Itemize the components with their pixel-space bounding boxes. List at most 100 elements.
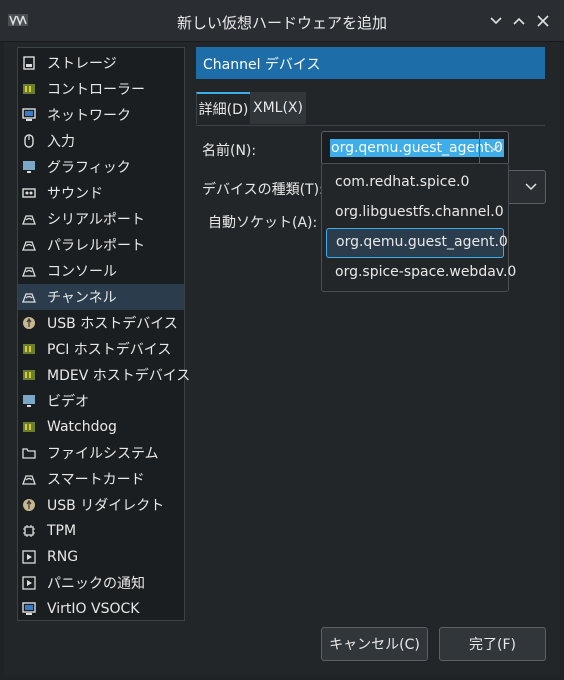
serial-port-icon (22, 212, 36, 226)
name-input[interactable]: org.qemu.guest_agent.0 (330, 139, 504, 157)
sidebar-item-label: ビデオ (47, 394, 89, 410)
window-title: 新しい仮想ハードウェアを追加 (176, 14, 387, 32)
mdev-icon (22, 368, 36, 382)
device-type-label: デバイスの種類(T): (202, 182, 324, 198)
name-dropdown-list: com.redhat.spice.0 org.libguestfs.channe… (321, 163, 516, 292)
sidebar-item-rng[interactable]: RNG (18, 544, 184, 570)
sidebar-item-mdev-host[interactable]: MDEV ホストデバイス (18, 362, 190, 388)
sidebar-item-channel[interactable]: チャンネル (18, 284, 184, 310)
sidebar-item-label: 入力 (47, 134, 75, 150)
sidebar-item-usb-redirect[interactable]: USB リダイレクト (18, 492, 184, 518)
dropdown-option-selected[interactable]: org.qemu.guest_agent.0 (326, 228, 508, 258)
sound-icon (22, 186, 36, 200)
sidebar-item-storage[interactable]: ストレージ (18, 50, 184, 76)
name-label: 名前(N): (202, 143, 257, 159)
chevron-up-icon (513, 17, 525, 25)
network-icon (22, 108, 36, 122)
chevron-down-icon (517, 171, 545, 203)
dropdown-option-label: org.spice-space.webdav.0 (335, 264, 517, 280)
sidebar-item-input[interactable]: 入力 (18, 128, 184, 154)
name-combo-toggle[interactable] (479, 132, 508, 164)
watchdog-icon (22, 420, 36, 434)
display-icon (22, 160, 36, 174)
channel-icon (22, 290, 36, 304)
title-bar: 新しい仮想ハードウェアを追加 (0, 0, 564, 42)
dropdown-option-label: com.redhat.spice.0 (335, 174, 470, 190)
sidebar-item-label: サウンド (47, 186, 103, 202)
sidebar-item-tpm[interactable]: TPM (18, 518, 184, 544)
sidebar-item-smartcard[interactable]: スマートカード (18, 466, 184, 492)
sidebar-item-watchdog[interactable]: Watchdog (18, 414, 184, 440)
sidebar-item-label: TPM (47, 523, 77, 539)
sidebar-item-label: チャンネル (47, 290, 117, 306)
usb-icon (22, 316, 36, 330)
sidebar-item-label: コントローラー (47, 82, 145, 98)
close-icon (537, 15, 549, 27)
sidebar-item-label: スマートカード (47, 472, 145, 488)
sidebar-item-serial-port[interactable]: シリアルポート (18, 206, 184, 232)
dropdown-option[interactable]: org.spice-space.webdav.0 (326, 259, 516, 287)
sidebar-item-graphics[interactable]: グラフィック (18, 154, 184, 180)
sidebar-item-label: USB リダイレクト (47, 498, 165, 514)
sidebar-item-video[interactable]: ビデオ (18, 388, 184, 414)
sidebar-item-vsock[interactable]: VirtIO VSOCK (18, 596, 184, 622)
page-title-bar: Channel デバイス (196, 47, 545, 79)
chevron-down-icon (490, 17, 502, 25)
sidebar-item-label: MDEV ホストデバイス (47, 368, 191, 384)
sidebar-item-pci-host[interactable]: PCI ホストデバイス (18, 336, 184, 362)
sidebar-item-label: ネットワーク (47, 108, 131, 124)
sidebar-item-network[interactable]: ネットワーク (18, 102, 184, 128)
console-icon (22, 264, 36, 278)
page-title: Channel デバイス (203, 57, 321, 73)
rng-icon (22, 550, 36, 564)
dropdown-option[interactable]: org.libguestfs.channel.0 (326, 199, 504, 227)
sidebar-item-label: パラレルポート (47, 238, 145, 254)
usb-redirect-icon (22, 498, 36, 512)
chevron-down-icon (488, 144, 500, 152)
folder-icon (22, 446, 36, 460)
smartcard-icon (22, 472, 36, 486)
vsock-icon (22, 602, 36, 616)
sidebar-item-parallel-port[interactable]: パラレルポート (18, 232, 184, 258)
sidebar-item-label: VirtIO VSOCK (47, 601, 140, 617)
sidebar-item-sound[interactable]: サウンド (18, 180, 184, 206)
sidebar-item-label: ファイルシステム (47, 446, 159, 462)
sidebar-item-usb-host[interactable]: USB ホストデバイス (18, 310, 184, 336)
name-combo[interactable]: org.qemu.guest_agent.0 (321, 131, 509, 165)
close-button[interactable] (534, 12, 552, 30)
minimize-button[interactable] (487, 12, 505, 30)
sidebar-item-label: RNG (47, 549, 79, 565)
parallel-port-icon (22, 238, 36, 252)
maximize-button[interactable] (510, 12, 528, 30)
sidebar-item-label: シリアルポート (47, 212, 145, 228)
disk-icon (22, 56, 36, 70)
sidebar-item-label: ストレージ (47, 56, 117, 72)
tab-bar: 詳細(D) XML(X) (196, 92, 545, 126)
dropdown-option-label: org.qemu.guest_agent.0 (336, 234, 508, 250)
sidebar-item-label: パニックの通知 (47, 576, 145, 592)
sidebar-item-label: グラフィック (47, 160, 131, 176)
sidebar-item-label: コンソール (47, 264, 117, 280)
hardware-type-list[interactable]: ストレージ コントローラー ネットワーク 入力 グラフィック サウンド シリアル… (17, 47, 190, 622)
dropdown-option[interactable]: com.redhat.spice.0 (326, 169, 502, 197)
dropdown-option-label: org.libguestfs.channel.0 (335, 204, 504, 220)
cancel-button[interactable]: キャンセル(C) (321, 627, 428, 661)
sidebar-item-panic[interactable]: パニックの通知 (18, 570, 184, 596)
auto-socket-label: 自動ソケット(A): (208, 215, 318, 231)
sidebar-item-label: PCI ホストデバイス (47, 342, 172, 358)
panic-icon (22, 576, 36, 590)
tab-xml[interactable]: XML(X) (250, 92, 306, 124)
controller-icon (22, 82, 36, 96)
video-icon (22, 394, 36, 408)
finish-button[interactable]: 完了(F) (439, 627, 546, 661)
sidebar-item-console[interactable]: コンソール (18, 258, 184, 284)
tpm-icon (22, 524, 36, 538)
pci-icon (22, 342, 36, 356)
tab-details[interactable]: 詳細(D) (196, 92, 251, 124)
sidebar-item-filesystem[interactable]: ファイルシステム (18, 440, 184, 466)
sidebar-item-label: USB ホストデバイス (47, 316, 178, 332)
device-type-combo[interactable] (505, 170, 546, 204)
sidebar-item-controller[interactable]: コントローラー (18, 76, 184, 102)
sidebar-item-label: Watchdog (47, 419, 117, 435)
mouse-icon (22, 134, 36, 148)
